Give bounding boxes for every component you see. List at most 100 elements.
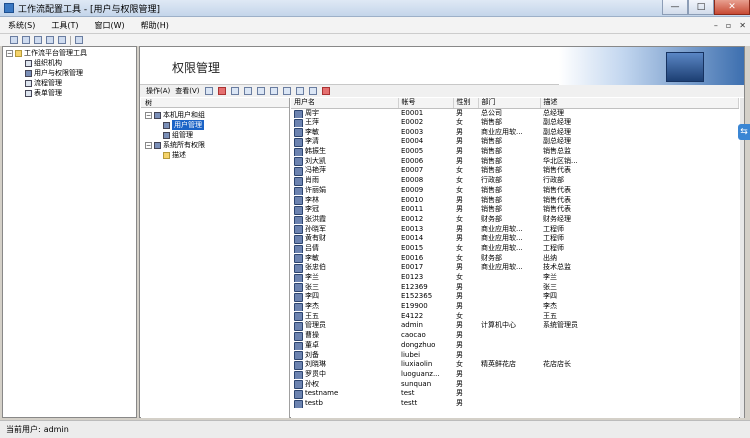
table-row[interactable]: 董卓 dongzhuo 男 xyxy=(291,341,739,351)
menu-window[interactable]: 窗口(W) xyxy=(86,20,132,31)
table-row[interactable]: 李敏 E0003 男 商业应用软... 副总经理 xyxy=(291,127,739,138)
maximize-button[interactable]: □ xyxy=(688,0,714,15)
close-button[interactable]: ✕ xyxy=(714,0,750,15)
title-bar: 工作流配置工具 - [用户与权限管理] — □ ✕ xyxy=(0,0,750,17)
exit-panel-icon[interactable] xyxy=(321,87,330,95)
cell-username: 罗贯中 xyxy=(291,370,398,380)
tree-node-permissions[interactable]: − 系统所有权限 xyxy=(145,140,205,150)
col-dept-header[interactable]: 部门 xyxy=(478,98,541,109)
table-row[interactable]: 黄有财 E0014 男 商业应用软... 工程师 xyxy=(291,234,739,244)
table-row[interactable]: 孙权 sunquan 男 xyxy=(291,379,739,389)
table-row[interactable]: 吕倩 E0015 女 商业应用软... 工程师 xyxy=(291,244,739,254)
collapse-icon[interactable]: − xyxy=(145,141,152,149)
mdi-close-button[interactable]: ✕ xyxy=(739,21,746,30)
table-row[interactable]: 王萍 E0002 女 销售部 副总经理 xyxy=(291,118,739,128)
table-row[interactable]: 冯艳萍 E0007 女 销售部 销售代表 xyxy=(291,166,739,176)
open-icon[interactable] xyxy=(22,36,30,44)
table-row[interactable]: 李四 E152365 男李四 xyxy=(291,292,739,302)
cell-username: 孙晓军 xyxy=(291,224,398,234)
tree-root-label: 工作流平台管理工具 xyxy=(24,49,87,57)
table-row[interactable]: 张三 E12369 男张三 xyxy=(291,282,739,293)
list-view-icon[interactable] xyxy=(282,87,291,95)
cell-desc: 系统管理员 xyxy=(543,321,578,330)
col-gender-header[interactable]: 性别 xyxy=(453,98,479,109)
tree-node-users[interactable]: 用户管理 xyxy=(163,120,204,130)
save-icon[interactable] xyxy=(34,36,42,44)
cell-username: 黄有财 xyxy=(291,234,398,244)
status-bar: 当前用户: admin xyxy=(0,420,750,438)
search-icon[interactable] xyxy=(204,87,213,95)
table-row[interactable]: 王五 E4122 女王五 xyxy=(291,311,739,322)
table-row[interactable]: 罗贯中 luoguanz... 男 xyxy=(291,370,739,380)
collapse-icon[interactable]: − xyxy=(6,49,13,57)
tree-item-flow[interactable]: 流程管理 xyxy=(25,78,62,88)
collapse-icon[interactable]: − xyxy=(145,111,152,119)
col-desc-header[interactable]: 描述 xyxy=(540,98,739,109)
new-icon[interactable] xyxy=(10,36,18,44)
table-row[interactable]: 李清 E0004 男 销售部 副总经理 xyxy=(291,137,739,147)
mdi-minimize-button[interactable]: – xyxy=(714,21,718,30)
sort-asc-icon[interactable] xyxy=(256,87,265,95)
menu-operations[interactable]: 操作(A) xyxy=(146,86,170,96)
table-row[interactable]: 孙晓军 E0013 男 商业应用软... 工程师 xyxy=(291,224,739,234)
cell-dept: 销售部 xyxy=(481,185,502,194)
table-row[interactable]: 刘晓琳 liuxiaolin 女 精英鲜花店 花店店长 xyxy=(291,360,739,370)
delete-icon[interactable] xyxy=(217,87,226,95)
mdi-restore-button[interactable]: ▫ xyxy=(726,21,731,30)
cell-dept: 商业应用软... xyxy=(481,234,523,243)
table-row[interactable]: 李敏 E0016 女 财务部 出纳 xyxy=(291,253,739,263)
table-row[interactable]: 许丽娟 E0009 女 销售部 销售代表 xyxy=(291,186,739,196)
vertical-scrollbar[interactable] xyxy=(740,98,744,418)
menu-help[interactable]: 帮助(H) xyxy=(133,20,177,31)
tree-item-forms[interactable]: 表单管理 xyxy=(25,88,62,98)
table-row[interactable]: 李杰 E19900 男李杰 xyxy=(291,302,739,312)
table-row[interactable]: 刘备 liubei 男 xyxy=(291,350,739,360)
table-row[interactable]: 管理员 admin 男 计算机中心 系统管理员 xyxy=(291,321,739,331)
tree-item-org[interactable]: 组织机构 xyxy=(25,58,62,68)
minimize-button[interactable]: — xyxy=(662,0,688,15)
cell-username: 刘大凯 xyxy=(291,156,398,167)
cell-desc: 工程师 xyxy=(543,224,564,233)
toolbar-separator xyxy=(70,35,71,45)
permission-icon xyxy=(154,141,161,149)
cell-dept: 销售部 xyxy=(481,147,502,156)
sort-desc-icon[interactable] xyxy=(269,87,278,95)
table-row[interactable]: 周宇 E0001 男 总公司 总经理 xyxy=(291,108,739,118)
table-row[interactable]: 曹操 caocao 男 xyxy=(291,331,739,341)
cell-dept xyxy=(478,292,540,302)
table-row[interactable]: testb testt 男 xyxy=(291,399,739,409)
menu-system[interactable]: 系统(S) xyxy=(0,20,43,31)
cell-gender: 男 xyxy=(456,156,463,165)
table-row[interactable]: 张忠伯 E0017 男 商业应用软... 技术总监 xyxy=(291,263,739,273)
tree-node-groups[interactable]: 组管理 xyxy=(163,130,193,140)
export-icon[interactable] xyxy=(308,87,317,95)
tree-node-local[interactable]: − 本机用户和组 xyxy=(145,110,205,120)
cell-account: liubei xyxy=(401,350,421,359)
page-title: 权限管理 xyxy=(172,61,221,75)
table-row[interactable]: 李兰 E0123 女李兰 xyxy=(291,273,739,283)
menu-view[interactable]: 查看(V) xyxy=(175,86,199,96)
tree-node-desc[interactable]: 描述 xyxy=(163,150,186,160)
menu-tools[interactable]: 工具(T) xyxy=(43,20,86,31)
properties-icon[interactable] xyxy=(230,87,239,95)
table-row[interactable]: 李冠 E0011 男 销售部 销售代表 xyxy=(291,205,739,215)
table-row[interactable]: 李林 E0010 男 销售部 销售代表 xyxy=(291,195,739,205)
tree-root[interactable]: − 工作流平台管理工具 xyxy=(6,48,87,58)
detail-view-icon[interactable] xyxy=(295,87,304,95)
cell-account: E0005 xyxy=(401,147,424,156)
cell-desc: 张三 xyxy=(543,282,557,291)
table-row[interactable]: testname test 男 xyxy=(291,389,739,399)
help-icon[interactable] xyxy=(58,36,66,44)
side-tab-icon[interactable]: ⇆ xyxy=(738,124,750,140)
table-row[interactable]: 肖雨 E0008 女 行政部 行政部 xyxy=(291,176,739,186)
table-row[interactable]: 刘大凯 E0006 男 销售部 华北区销... xyxy=(291,156,739,167)
print-icon[interactable] xyxy=(46,36,54,44)
refresh-icon[interactable] xyxy=(243,87,252,95)
table-row[interactable]: 张洪霞 E0012 女 财务部 财务经理 xyxy=(291,215,739,225)
table-row[interactable]: 韩振生 E0005 男 销售部 销售总监 xyxy=(291,147,739,157)
table-body: 周宇 E0001 男总公司 总经理 王萍 E0002 女销售部 副总经理 李敏 E0003 男商业应… xyxy=(291,108,739,409)
col-username-header[interactable]: 用户名 xyxy=(291,98,399,109)
exit-icon[interactable] xyxy=(75,36,83,44)
col-account-header[interactable]: 帐号 xyxy=(398,98,454,109)
tree-item-users[interactable]: 用户与权限管理 xyxy=(25,68,83,78)
